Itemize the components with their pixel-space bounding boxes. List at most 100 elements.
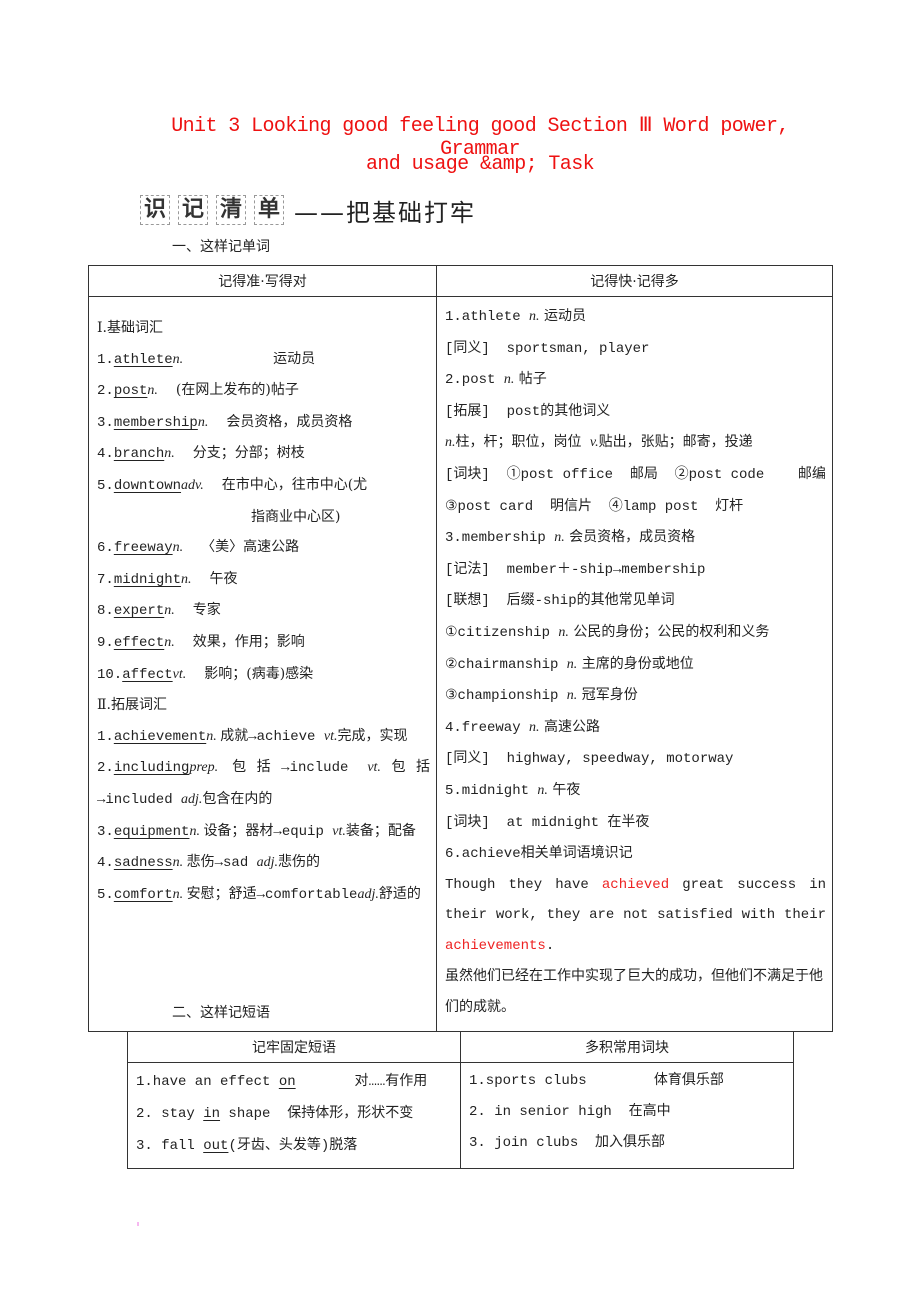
banner-boxed-char: 记 (178, 195, 208, 225)
phrase-item: 1.have an effect on 对……有作用 (136, 1066, 452, 1098)
part-of-speech: n. (172, 351, 184, 367)
note-text: 2.post (445, 372, 504, 389)
vocab-word: affect (122, 666, 173, 683)
highlighted-word: achievements (445, 937, 546, 954)
part-of-speech: adv. (181, 477, 204, 493)
extended-vocab-heading: Ⅱ.拓展词汇 (97, 697, 167, 714)
item-number: 9. (97, 634, 114, 651)
highlighted-word: achieved (601, 876, 670, 893)
item-number: 7. (97, 571, 114, 588)
item-number: 2. (97, 760, 114, 777)
phrase-item: 3. fall out(牙齿、头发等)脱落 (136, 1130, 452, 1162)
note-line: [词块] ①post office 邮局 ②post code 邮编 (445, 459, 826, 491)
table-header-row: 记牢固定短语 多积常用词块 (127, 1031, 794, 1063)
vocab-meaning: (在网上发布的)帖子 (175, 382, 299, 399)
part-of-speech: n. (537, 782, 548, 798)
phrase-keyword: in (203, 1106, 221, 1122)
note-line: n.柱，杆；职位，岗位 v.贴出，张贴；邮寄，投递 (445, 427, 826, 459)
vocab-word: equipment (113, 823, 190, 840)
phrase-item: 2. stay in shape 保持体形，形状不变 (136, 1098, 452, 1130)
part-of-speech: v. (589, 435, 599, 451)
column-header-left: 记得准·写得对 (88, 265, 437, 297)
table-header-row: 记得准·写得对 记得快·记得多 (88, 265, 833, 297)
part-of-speech: n. (445, 435, 456, 451)
example-text: Though they have (445, 876, 602, 893)
vocab-item: 5.downtownadv. 在市中心，往市中心(尤 (97, 470, 430, 502)
part-of-speech: vt. (323, 728, 338, 744)
basic-vocab-heading: Ⅰ.基础词汇 (97, 320, 163, 336)
vocab-derivation: 装备；配备 (345, 823, 416, 840)
vocab-item: 2.includingprep. 包括→include vt.包括→includ… (97, 752, 430, 815)
note-text: ②chairmanship (445, 656, 567, 673)
vocab-meaning: 效果，作用；影响 (192, 633, 305, 650)
note-text: [联想] 后缀-ship的其他常见单词 (445, 593, 675, 610)
note-text: [同义] highway, speedway, motorway (445, 751, 734, 768)
note-text: 1.athlete (445, 309, 530, 325)
banner-subtitle: ——把基础打牢 (294, 198, 476, 227)
banner-boxed-char: 清 (216, 195, 246, 225)
vocab-item: 1.achievementn. 成就→achieve vt.完成，实现 (97, 721, 430, 753)
phrases-right-cell: 1.sports clubs 体育俱乐部 2. in senior high 在高… (460, 1062, 794, 1169)
section-banner: 识 记 清 单 ——把基础打牢 (140, 193, 476, 227)
column-header-right: 记得快·记得多 (436, 265, 833, 297)
note-line: 6.achieve相关单词语境识记 (445, 838, 826, 870)
vocab-meaning: 在市中心，往市中心(尤 (221, 476, 368, 493)
vocab-meaning: 专家 (192, 602, 221, 619)
vocab-derivation: 包括→include (232, 760, 368, 777)
section-heading-words: 一、这样记单词 (172, 239, 270, 255)
vocab-meaning: 午夜 (209, 570, 238, 587)
vocab-item: 2.postn. (在网上发布的)帖子 (97, 375, 430, 407)
banner-boxed-char: 单 (254, 195, 284, 225)
part-of-speech: n. (164, 634, 175, 650)
vocab-item: 8.expertn. 专家 (97, 595, 430, 627)
vocab-item: 9.effectn. 效果，作用；影响 (97, 627, 430, 659)
vocab-item: 4.sadnessn. 悲伤→sad adj.悲伤的 (97, 847, 430, 879)
note-line: 4.freeway n. 高速公路 (445, 712, 826, 744)
phrase-meaning: (牙齿、头发等)脱落 (228, 1138, 358, 1154)
note-text: [词块] ①post office 邮局 ②post code 邮编 (445, 466, 826, 483)
vocab-meaning: 会员资格，成员资格 (226, 413, 353, 430)
vocab-word: expert (113, 603, 165, 620)
note-line: [记法] member＋-ship→membership (445, 554, 826, 586)
vocab-item: 3.equipmentn. 设备；器材→equip vt.装备；配备 (97, 816, 430, 848)
note-meaning: 会员资格，成员资格 (564, 529, 696, 546)
note-meaning: 贴出，张贴；邮寄，投递 (598, 434, 753, 451)
vocab-item: 7.midnightn. 午夜 (97, 564, 430, 596)
part-of-speech: vt. (332, 823, 346, 839)
part-of-speech: n. (558, 624, 569, 640)
vocab-item: 6.freewayn. 〈美〉高速公路 (97, 532, 430, 564)
phrases-table: 记牢固定短语 多积常用词块 1.have an effect on 对……有作用… (127, 1031, 794, 1169)
note-text: [词块] at midnight 在半夜 (445, 814, 650, 831)
item-number: 10. (97, 666, 123, 683)
vocab-word: midnight (113, 571, 182, 588)
vocabulary-table: 记得准·写得对 记得快·记得多 Ⅰ.基础词汇 1.athleten. 运动员 2.po… (88, 265, 833, 1032)
chunk-item: 2. in senior high 在高中 (469, 1104, 671, 1120)
note-meaning: 帖子 (514, 371, 547, 388)
example-text: . (545, 937, 555, 954)
part-of-speech: n. (147, 383, 158, 399)
right-cell: 1.athlete n. 运动员 [同义] sportsman, player 2.… (436, 296, 833, 1032)
note-line: ③post card 明信片 ④lamp post 灯杆 (445, 491, 826, 523)
left-cell: Ⅰ.基础词汇 1.athleten. 运动员 2.postn. (在网上发布的)帖子 3.… (88, 296, 437, 1032)
note-meaning: 冠军身份 (577, 687, 638, 704)
note-line: ①citizenship n. 公民的身份；公民的权利和义务 (445, 617, 826, 649)
vocab-word: membership (113, 414, 198, 431)
part-of-speech: n. (172, 886, 187, 902)
note-text: 6.achieve相关单词语境识记 (445, 846, 633, 863)
note-line: ③championship n. 冠军身份 (445, 680, 826, 712)
vocab-word: freeway (113, 540, 173, 557)
document-title-line-2: and usage &amp; Task (365, 153, 595, 176)
item-number: 5. (97, 886, 114, 903)
vocab-word: sadness (113, 855, 173, 872)
phrase-text: 3. fall (136, 1138, 204, 1154)
phrase-meaning: shape 保持体形，形状不变 (220, 1106, 414, 1122)
example-translation: 虽然他们已经在工作中实现了巨大的成功，但他们不满足于他们的成就。 (445, 968, 823, 1016)
part-of-speech: n. (172, 540, 184, 556)
phrase-meaning: 对……有作用 (295, 1074, 428, 1090)
note-meaning: 午夜 (547, 781, 581, 798)
vocab-derivation: 包含在内的 (202, 791, 273, 808)
vocab-derivation: 安慰；舒适→comfortable (186, 886, 358, 903)
vocab-derivation: 舒适的 (378, 886, 421, 903)
note-text: ③championship (445, 688, 567, 705)
note-meaning: 主席的身份或地位 (577, 655, 694, 672)
